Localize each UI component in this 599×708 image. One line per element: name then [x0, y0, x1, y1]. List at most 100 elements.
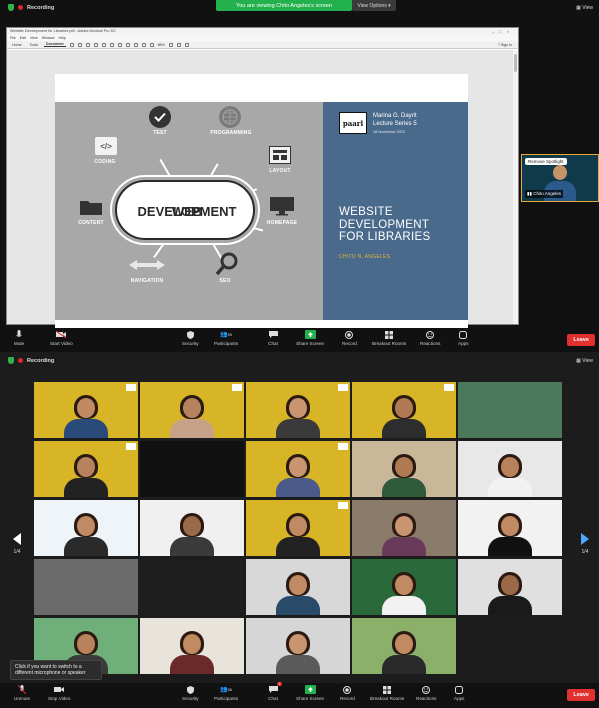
participant-tile[interactable]: [34, 382, 138, 438]
participant-tile[interactable]: [246, 441, 350, 497]
torso: [382, 537, 426, 556]
breakout-rooms-button-bottom[interactable]: Breakout Rooms: [370, 685, 404, 701]
participant-tile[interactable]: [140, 441, 244, 497]
view-label-bottom: View: [582, 358, 593, 364]
view-button-bottom[interactable]: ▦ View: [576, 358, 593, 364]
share-screen-button[interactable]: Share Screen: [296, 330, 324, 346]
chat-button[interactable]: Chat: [268, 330, 278, 346]
participant-tile[interactable]: [34, 500, 138, 556]
apps-button[interactable]: Apps: [458, 330, 468, 346]
participant-tile[interactable]: [246, 559, 350, 615]
previous-page-button[interactable]: 1/4: [4, 512, 30, 576]
leave-button[interactable]: Leave: [567, 334, 595, 346]
participant-tile[interactable]: [352, 382, 456, 438]
reactions-button[interactable]: Reactions: [420, 330, 440, 346]
participant-tile[interactable]: [458, 500, 562, 556]
zoom-out-icon[interactable]: [141, 42, 146, 47]
breakout-label-bottom: Breakout Rooms: [370, 696, 405, 701]
participant-tile[interactable]: [246, 618, 350, 674]
record-button[interactable]: Record: [342, 330, 357, 346]
apps-button-bottom[interactable]: Apps: [454, 685, 464, 701]
face: [395, 575, 413, 595]
stop-video-button[interactable]: Stop Video: [48, 685, 70, 701]
next-page-button[interactable]: 1/4: [572, 512, 598, 576]
print-icon[interactable]: [85, 42, 90, 47]
participant-tile[interactable]: [458, 559, 562, 615]
participant-person: [488, 451, 532, 497]
face: [395, 634, 413, 654]
participant-tile[interactable]: [246, 500, 350, 556]
participants-button-bottom[interactable]: 👥 86 Participants: [214, 685, 238, 701]
security-button-bottom[interactable]: Security: [182, 685, 199, 701]
page-indicator-right: 1/4: [581, 549, 589, 555]
spotlight-video[interactable]: Remove Spotlight ▮▮ Chito Angeles: [521, 154, 599, 202]
participant-tile[interactable]: [352, 559, 456, 615]
save-icon[interactable]: [69, 42, 74, 47]
chat-button-bottom[interactable]: 1 Chat: [268, 682, 282, 701]
select-cursor-icon[interactable]: [125, 42, 130, 47]
record-button-bottom[interactable]: Record: [340, 685, 355, 701]
fit-page-icon[interactable]: [168, 42, 173, 47]
mail-icon[interactable]: [93, 42, 98, 47]
comment-icon[interactable]: [176, 42, 181, 47]
torso: [488, 537, 532, 556]
seo-magnifier-icon: [215, 252, 239, 276]
unmute-button[interactable]: Unmute: [14, 685, 30, 701]
torso: [64, 537, 108, 556]
participant-tile[interactable]: [458, 382, 562, 438]
stop-video-label: Stop Video: [48, 696, 71, 701]
security-button[interactable]: Security: [182, 330, 199, 346]
tab-home[interactable]: Home: [10, 43, 24, 47]
node-test: TEST: [153, 130, 167, 136]
reactions-label-bottom: Reactions: [416, 696, 437, 701]
hand-tool-icon[interactable]: [133, 42, 138, 47]
participant-tile[interactable]: [458, 441, 562, 497]
participant-tile[interactable]: [352, 441, 456, 497]
slide-title-line: WEBSITE: [339, 206, 393, 218]
avatar: [553, 165, 567, 180]
node-content: CONTENT: [78, 220, 104, 226]
homepage-monitor-icon: [269, 196, 295, 216]
participant-tile[interactable]: [140, 559, 244, 615]
participants-label: Participants: [214, 341, 239, 346]
zoom-in-icon[interactable]: [149, 42, 154, 47]
record-icon: [342, 685, 352, 694]
view-options-button[interactable]: View Options ▾: [352, 0, 396, 11]
share-screen-button-bottom[interactable]: Share Screen: [296, 685, 324, 701]
tab-tools[interactable]: Tools: [28, 43, 40, 47]
spotlight-name-label: Chito Angeles: [533, 191, 561, 196]
participant-tile[interactable]: [140, 382, 244, 438]
search-icon[interactable]: [101, 42, 106, 47]
participant-tile[interactable]: [352, 500, 456, 556]
top-control-bar: Mute Start Video Security 👥 85 Participant…: [0, 328, 599, 353]
scrollbar-thumb[interactable]: [514, 54, 517, 72]
start-video-button[interactable]: Start Video: [50, 330, 73, 346]
window-controls[interactable]: –□×: [492, 28, 514, 35]
tab-document[interactable]: Document: [43, 42, 66, 47]
upload-icon[interactable]: [77, 42, 82, 47]
paarl-logo-icon: [338, 502, 348, 509]
breakout-rooms-button[interactable]: Breakout Rooms: [372, 330, 406, 346]
participants-button[interactable]: 👥 85 Participants: [214, 330, 238, 346]
reactions-button-bottom[interactable]: Reactions: [416, 685, 436, 701]
participant-tile[interactable]: [140, 500, 244, 556]
next-page-icon[interactable]: [117, 42, 122, 47]
prev-page-icon[interactable]: [109, 42, 114, 47]
zoom-level[interactable]: 66%: [158, 43, 165, 47]
remove-spotlight-button[interactable]: Remove Spotlight: [525, 158, 567, 165]
pdf-window-title: Website Development for Libraries.pdf - …: [10, 29, 117, 33]
participant-tile[interactable]: [34, 559, 138, 615]
lecture-date: 18 November 2022: [373, 130, 406, 134]
leave-button-bottom[interactable]: Leave: [567, 689, 595, 701]
participant-tile[interactable]: [140, 618, 244, 674]
participant-tile[interactable]: [34, 441, 138, 497]
participant-tile[interactable]: [458, 618, 562, 674]
view-button-top[interactable]: ▦ View: [576, 5, 593, 11]
shield-icon: [185, 685, 195, 694]
pdf-scrollbar[interactable]: [513, 50, 518, 324]
pen-icon[interactable]: [184, 42, 189, 47]
participant-tile[interactable]: [246, 382, 350, 438]
sign-in-link[interactable]: ? Sign In: [498, 43, 512, 47]
participant-tile[interactable]: [352, 618, 456, 674]
mute-button[interactable]: Mute: [14, 330, 24, 346]
